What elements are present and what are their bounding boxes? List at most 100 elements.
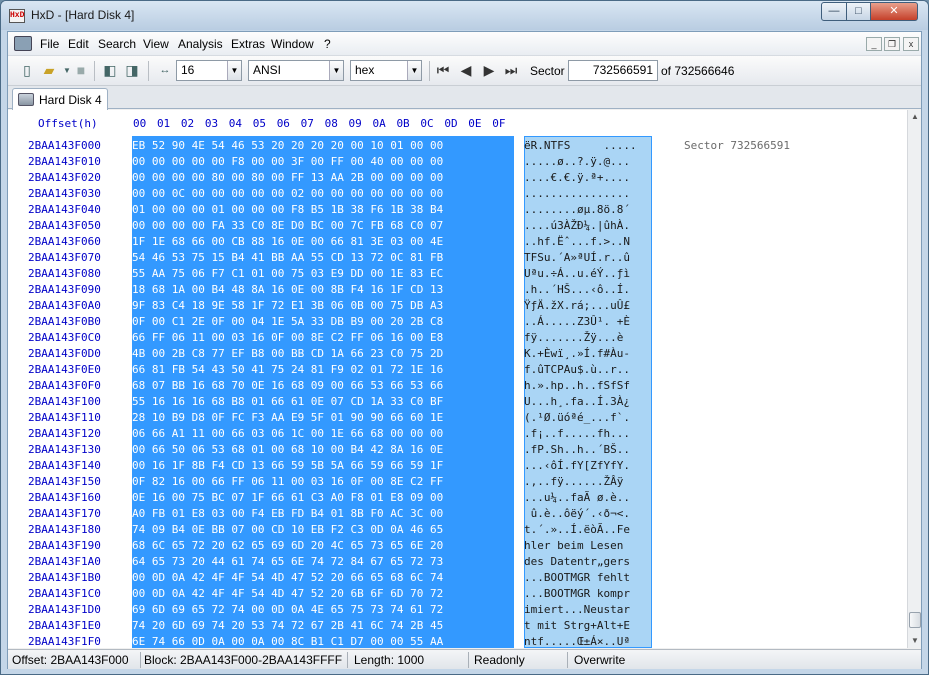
row-text[interactable]: f.ûTCPAu$.ù..r..: [524, 363, 652, 376]
sector-input[interactable]: 732566591: [568, 60, 658, 81]
hex-editor[interactable]: Offset(h) 00 01 02 03 04 05 06 07 08 09 0A 0B 0C 0D 0E…: [8, 110, 907, 648]
open-ram-icon[interactable]: ◨: [123, 62, 141, 79]
row-text[interactable]: imiert...Neustar: [524, 603, 652, 616]
row-text[interactable]: Uªu.÷Á..u.éÝ..ƒì: [524, 267, 652, 280]
row-text[interactable]: ........øµ.8ö.8´: [524, 203, 652, 216]
row-hex-bytes[interactable]: 06 66 A1 11 00 66 03 06 1C 00 1E 66 68 0…: [132, 427, 443, 440]
row-hex-bytes[interactable]: 74 09 B4 0E BB 07 00 CD 10 EB F2 C3 0D 0…: [132, 523, 443, 536]
row-hex-bytes[interactable]: 0F 82 16 00 66 FF 06 11 00 03 16 0F 00 8…: [132, 475, 443, 488]
chevron-down-icon[interactable]: ▼: [329, 61, 343, 80]
row-hex-bytes[interactable]: 64 65 73 20 44 61 74 65 6E 74 72 84 67 6…: [132, 555, 443, 568]
row-text[interactable]: ..Á.....Z3Û¹. +È: [524, 315, 652, 328]
row-text[interactable]: ..hf.Ëˆ...f.>..N: [524, 235, 652, 248]
scroll-down-icon[interactable]: ▼: [908, 634, 922, 648]
row-hex-bytes[interactable]: 1F 1E 68 66 00 CB 88 16 0E 00 66 81 3E 0…: [132, 235, 443, 248]
row-text[interactable]: ....ú3ÀŽÐ¼.|ûhÀ.: [524, 219, 652, 232]
menu-file[interactable]: File: [40, 37, 59, 51]
row-hex-bytes[interactable]: 28 10 B9 D8 0F FC F3 AA E9 5F 01 90 90 6…: [132, 411, 443, 424]
menu-analysis[interactable]: Analysis: [178, 37, 223, 51]
row-text[interactable]: t.´.»..Í.ëòÃ..Fe: [524, 523, 652, 536]
row-hex-bytes[interactable]: 55 16 16 16 68 B8 01 66 61 0E 07 CD 1A 3…: [132, 395, 443, 408]
row-text[interactable]: ntf.....Œ±Á×..Uª: [524, 635, 652, 648]
offset-base-select[interactable]: hex ▼: [350, 60, 422, 81]
menu-window[interactable]: Window: [271, 37, 314, 51]
close-button[interactable]: ✕: [870, 2, 918, 21]
chevron-down-icon[interactable]: ▼: [407, 61, 421, 80]
mdi-minimize-button[interactable]: _: [866, 37, 882, 51]
menu-search[interactable]: Search: [98, 37, 136, 51]
row-hex-bytes[interactable]: 00 66 50 06 53 68 01 00 68 10 00 B4 42 8…: [132, 443, 443, 456]
menu-help[interactable]: ?: [324, 37, 331, 51]
mdi-restore-button[interactable]: ❐: [884, 37, 900, 51]
row-hex-bytes[interactable]: 00 0D 0A 42 4F 4F 54 4D 47 52 20 66 65 6…: [132, 571, 443, 584]
row-hex-bytes[interactable]: 18 68 1A 00 B4 48 8A 16 0E 00 8B F4 16 1…: [132, 283, 443, 296]
save-icon[interactable]: ■: [72, 62, 90, 79]
row-text[interactable]: ....€.€.ÿ.ª+....: [524, 171, 652, 184]
row-text[interactable]: ...‹ôÍ.fY[ZfYfY.: [524, 459, 652, 472]
menu-view[interactable]: View: [143, 37, 169, 51]
row-text[interactable]: .‚..fÿ......ŽÂÿ: [524, 475, 652, 488]
row-text[interactable]: ŸƒÄ.žX.rá;...uÛ£: [524, 299, 652, 312]
first-sector-icon[interactable]: ⏮: [434, 62, 452, 79]
row-text[interactable]: ...BOOTMGR kompr: [524, 587, 652, 600]
row-hex-bytes[interactable]: 00 0D 0A 42 4F 4F 54 4D 47 52 20 6B 6F 6…: [132, 587, 443, 600]
row-hex-bytes[interactable]: 4B 00 2B C8 77 EF B8 00 BB CD 1A 66 23 C…: [132, 347, 443, 360]
row-text[interactable]: ................: [524, 187, 652, 200]
scroll-thumb[interactable]: [909, 612, 921, 628]
row-hex-bytes[interactable]: 0F 00 C1 2E 0F 00 04 1E 5A 33 DB B9 00 2…: [132, 315, 443, 328]
row-hex-bytes[interactable]: A0 FB 01 E8 03 00 F4 EB FD B4 01 8B F0 A…: [132, 507, 443, 520]
menu-extras[interactable]: Extras: [231, 37, 265, 51]
row-text[interactable]: U...h¸.fa..Í.3À¿: [524, 395, 652, 408]
next-sector-icon[interactable]: ▶: [480, 62, 498, 79]
row-text[interactable]: ...u¼..faÃ ø.è..: [524, 491, 652, 504]
charset-select[interactable]: ANSI ▼: [248, 60, 344, 81]
vertical-scrollbar[interactable]: ▲ ▼: [907, 110, 921, 648]
new-file-icon[interactable]: ▯: [18, 62, 36, 79]
row-hex-bytes[interactable]: EB 52 90 4E 54 46 53 20 20 20 20 00 10 0…: [132, 139, 443, 152]
row-hex-bytes[interactable]: 66 FF 06 11 00 03 16 0F 00 8E C2 FF 06 1…: [132, 331, 443, 344]
row-text[interactable]: û.è..ôëý´.‹ð¬<.: [524, 507, 652, 520]
row-text[interactable]: .fP.Sh..h..´BŠ..: [524, 443, 652, 456]
open-disk-icon[interactable]: ◧: [101, 62, 119, 79]
row-hex-bytes[interactable]: 9F 83 C4 18 9E 58 1F 72 E1 3B 06 0B 00 7…: [132, 299, 443, 312]
row-text[interactable]: ...BOOTMGR fehlt: [524, 571, 652, 584]
row-text[interactable]: (.¹Ø.üóªé_...f`.: [524, 411, 652, 424]
tab-hard-disk-4[interactable]: Hard Disk 4: [12, 88, 108, 110]
row-hex-bytes[interactable]: 6E 74 66 0D 0A 00 0A 00 8C B1 C1 D7 00 0…: [132, 635, 443, 648]
row-text[interactable]: h.».hp..h..fSfSf: [524, 379, 652, 392]
row-text[interactable]: .h..´HŠ...‹ô..Í.: [524, 283, 652, 296]
open-folder-icon[interactable]: ▰: [40, 62, 58, 79]
previous-sector-icon[interactable]: ◀: [457, 62, 475, 79]
row-hex-bytes[interactable]: 54 46 53 75 15 B4 41 BB AA 55 CD 13 72 0…: [132, 251, 443, 264]
row-hex-bytes[interactable]: 00 00 0C 00 00 00 00 00 02 00 00 00 00 0…: [132, 187, 443, 200]
row-text[interactable]: t mit Strg+Alt+E: [524, 619, 652, 632]
chevron-down-icon[interactable]: ▼: [227, 61, 241, 80]
row-text[interactable]: .f¡..f.....fh...: [524, 427, 652, 440]
row-hex-bytes[interactable]: 00 00 00 00 00 F8 00 00 3F 00 FF 00 40 0…: [132, 155, 443, 168]
row-hex-bytes[interactable]: 0E 16 00 75 BC 07 1F 66 61 C3 A0 F8 01 E…: [132, 491, 443, 504]
row-hex-bytes[interactable]: 74 20 6D 69 74 20 53 74 72 67 2B 41 6C 7…: [132, 619, 443, 632]
scroll-up-icon[interactable]: ▲: [908, 110, 922, 124]
row-hex-bytes[interactable]: 00 00 00 00 80 00 80 00 FF 13 AA 2B 00 0…: [132, 171, 443, 184]
row-text[interactable]: K.+Èwï¸.»Í.f#Àu-: [524, 347, 652, 360]
last-sector-icon[interactable]: ⏭: [502, 62, 520, 79]
maximize-button[interactable]: □: [846, 2, 871, 21]
row-hex-bytes[interactable]: 66 81 FB 54 43 50 41 75 24 81 F9 02 01 7…: [132, 363, 443, 376]
row-hex-bytes[interactable]: 00 16 1F 8B F4 CD 13 66 59 5B 5A 66 59 6…: [132, 459, 443, 472]
menu-edit[interactable]: Edit: [68, 37, 89, 51]
document-icon[interactable]: [14, 36, 32, 51]
minimize-button[interactable]: —: [821, 2, 847, 21]
title-bar[interactable]: HxD HxD - [Hard Disk 4] — □ ✕: [1, 1, 928, 30]
row-hex-bytes[interactable]: 68 07 BB 16 68 70 0E 16 68 09 00 66 53 6…: [132, 379, 443, 392]
row-hex-bytes[interactable]: 69 6D 69 65 72 74 00 0D 0A 4E 65 75 73 7…: [132, 603, 443, 616]
bytes-per-row-select[interactable]: 16 ▼: [176, 60, 242, 81]
row-text[interactable]: hler beim Lesen: [524, 539, 652, 552]
row-hex-bytes[interactable]: 68 6C 65 72 20 62 65 69 6D 20 4C 65 73 6…: [132, 539, 443, 552]
mdi-close-button[interactable]: x: [903, 37, 919, 51]
row-hex-bytes[interactable]: 55 AA 75 06 F7 C1 01 00 75 03 E9 DD 00 1…: [132, 267, 443, 280]
row-text[interactable]: fÿ.......Žÿ...è: [524, 331, 652, 344]
row-text[interactable]: .....ø..?.ÿ.@...: [524, 155, 652, 168]
row-text[interactable]: des Datentr„gers: [524, 555, 652, 568]
row-text[interactable]: ëR.NTFS .....: [524, 139, 652, 152]
row-hex-bytes[interactable]: 00 00 00 00 FA 33 C0 8E D0 BC 00 7C FB 6…: [132, 219, 443, 232]
